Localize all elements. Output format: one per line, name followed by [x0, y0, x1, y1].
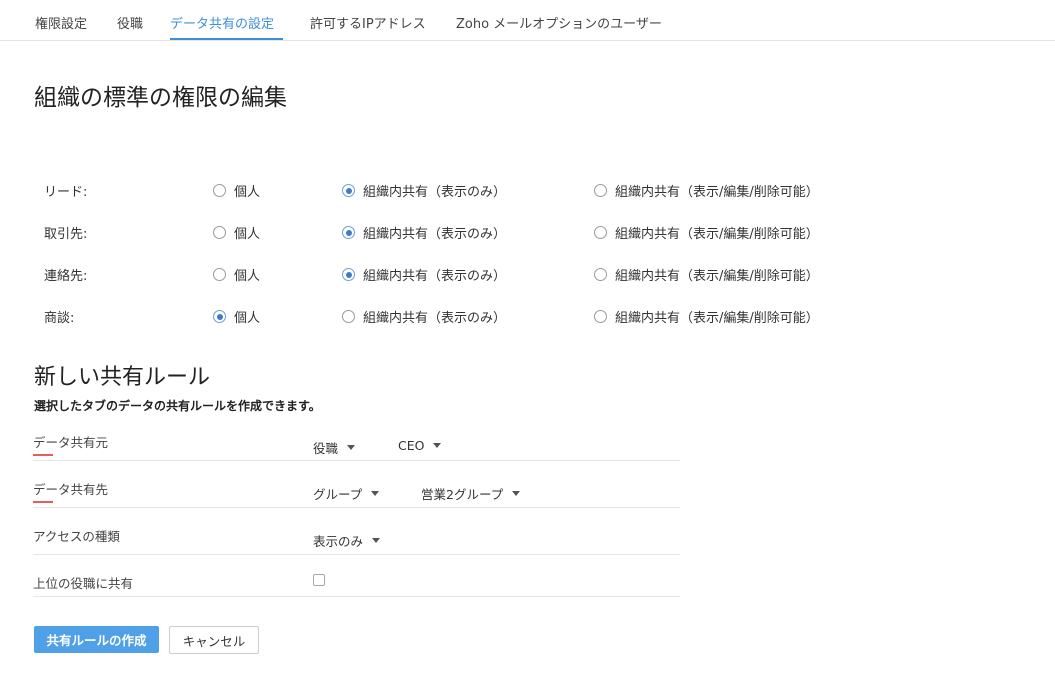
radio-deals-public-read[interactable]: 組織内共有（表示のみ） [342, 307, 506, 326]
radio-label: 組織内共有（表示/編集/削除可能） [615, 269, 819, 284]
permission-label-contacts: 連絡先: [44, 269, 88, 284]
radio-circle[interactable] [342, 226, 355, 239]
target-type-value: グループ [313, 487, 363, 502]
tab-zoho-mail-users[interactable]: Zoho メールオプションのユーザー [456, 13, 662, 32]
radio-circle[interactable] [342, 184, 355, 197]
radio-circle[interactable] [213, 184, 226, 197]
radio-circle[interactable] [342, 268, 355, 281]
radio-label: 個人 [234, 227, 261, 242]
radio-circle[interactable] [213, 310, 226, 323]
radio-label: 個人 [234, 269, 261, 284]
radio-label: 組織内共有（表示/編集/削除可能） [615, 227, 819, 242]
tab-bar: 権限設定 役職 データ共有の設定 許可するIPアドレス Zoho メールオプショ… [0, 0, 1055, 41]
caret-down-icon [433, 443, 442, 448]
permission-label-deals: 商談: [44, 311, 75, 326]
page-title: 組織の標準の権限の編集 [34, 85, 287, 111]
permission-label-accounts: 取引先: [44, 227, 88, 242]
caret-down-icon [371, 491, 380, 496]
rule-row-source [33, 428, 680, 461]
target-value: 営業2グループ [421, 487, 504, 502]
radio-label: 組織内共有（表示のみ） [363, 311, 507, 326]
radio-accounts-public-read[interactable]: 組織内共有（表示のみ） [342, 223, 506, 242]
radio-accounts-public-read-write[interactable]: 組織内共有（表示/編集/削除可能） [594, 223, 819, 242]
required-indicator [33, 454, 53, 456]
radio-circle[interactable] [594, 226, 607, 239]
caret-down-icon [372, 538, 381, 543]
tab-allowed-ip[interactable]: 許可するIPアドレス [310, 13, 426, 32]
superior-label: 上位の役職に共有 [33, 576, 134, 591]
radio-contacts-public-read[interactable]: 組織内共有（表示のみ） [342, 265, 506, 284]
source-label: データ共有元 [33, 435, 109, 450]
sharing-rule-subtitle: 選択したタブのデータの共有ルールを作成できます。 [34, 399, 321, 413]
access-type-dropdown[interactable]: 表示のみ [313, 531, 381, 550]
radio-contacts-public-read-write[interactable]: 組織内共有（表示/編集/削除可能） [594, 265, 819, 284]
superior-checkbox[interactable] [313, 574, 325, 586]
tab-roles[interactable]: 役職 [117, 13, 143, 32]
radio-deals-public-read-write[interactable]: 組織内共有（表示/編集/削除可能） [594, 307, 819, 326]
active-tab-indicator [170, 38, 283, 40]
sharing-rule-title: 新しい共有ルール [34, 365, 211, 390]
radio-circle[interactable] [342, 310, 355, 323]
radio-label: 組織内共有（表示/編集/削除可能） [615, 311, 819, 326]
access-value: 表示のみ [313, 534, 364, 549]
radio-deals-private[interactable]: 個人 [213, 307, 260, 326]
source-value-dropdown[interactable]: CEO [398, 438, 442, 453]
radio-label: 組織内共有（表示のみ） [363, 185, 507, 200]
target-label: データ共有先 [33, 482, 109, 497]
create-rule-button[interactable]: 共有ルールの作成 [34, 626, 159, 653]
caret-down-icon [512, 491, 521, 496]
access-label: アクセスの種類 [33, 529, 120, 544]
radio-leads-private[interactable]: 個人 [213, 181, 260, 200]
radio-leads-public-read-write[interactable]: 組織内共有（表示/編集/削除可能） [594, 181, 819, 200]
radio-label: 組織内共有（表示のみ） [363, 269, 507, 284]
radio-circle[interactable] [594, 268, 607, 281]
tab-data-sharing[interactable]: データ共有の設定 [170, 13, 274, 32]
target-value-dropdown[interactable]: 営業2グループ [421, 484, 521, 503]
radio-contacts-private[interactable]: 個人 [213, 265, 260, 284]
caret-down-icon [347, 445, 356, 450]
radio-circle[interactable] [213, 268, 226, 281]
radio-label: 個人 [234, 311, 261, 326]
required-indicator [33, 501, 53, 503]
radio-circle[interactable] [594, 184, 607, 197]
cancel-button[interactable]: キャンセル [169, 626, 259, 654]
permission-label-leads: リード: [44, 185, 88, 200]
target-type-dropdown[interactable]: グループ [313, 484, 380, 503]
source-value: CEO [398, 438, 425, 453]
tab-permissions[interactable]: 権限設定 [35, 13, 87, 32]
radio-circle[interactable] [594, 310, 607, 323]
source-type-value: 役職 [313, 441, 339, 456]
source-type-dropdown[interactable]: 役職 [313, 438, 356, 457]
radio-accounts-private[interactable]: 個人 [213, 223, 260, 242]
radio-label: 個人 [234, 185, 261, 200]
radio-label: 組織内共有（表示のみ） [363, 227, 507, 242]
radio-label: 組織内共有（表示/編集/削除可能） [615, 185, 819, 200]
radio-leads-public-read[interactable]: 組織内共有（表示のみ） [342, 181, 506, 200]
radio-circle[interactable] [213, 226, 226, 239]
